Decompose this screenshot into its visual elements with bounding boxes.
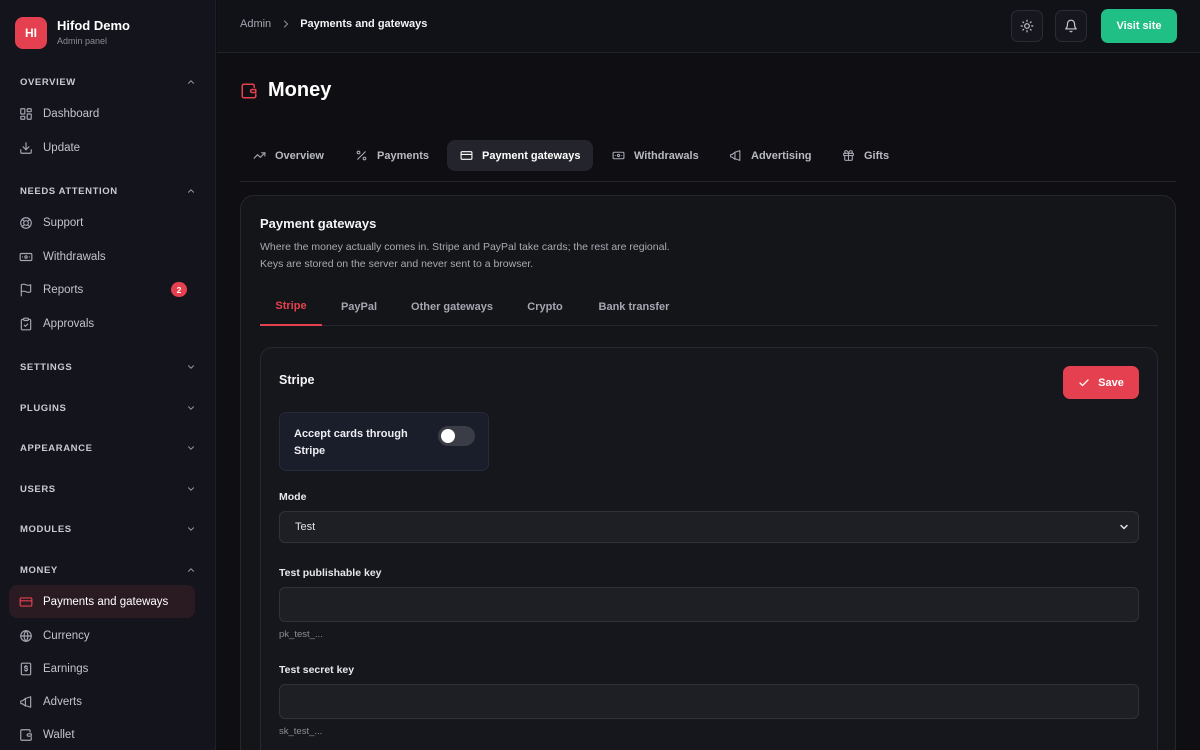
- percent-icon: [356, 150, 367, 161]
- sidebar-item-reports[interactable]: Reports 2: [9, 273, 195, 306]
- sidebar-item-payments-and-gateways[interactable]: Payments and gateways: [9, 585, 195, 618]
- sidebar-item-adverts[interactable]: Adverts: [9, 685, 195, 718]
- tab-gifts[interactable]: Gifts: [829, 140, 902, 171]
- sidebar-item-update[interactable]: Update: [9, 131, 195, 164]
- toggle-knob: [441, 429, 455, 443]
- card-title: Payment gateways: [260, 216, 377, 231]
- chevron-down-icon: [188, 406, 194, 410]
- dollar-receipt-icon: [20, 662, 32, 675]
- stripe-settings-panel: Stripe Save Accept cards through Stripe …: [260, 347, 1158, 750]
- theme-toggle-button[interactable]: [1011, 10, 1043, 42]
- secret-key-label: Test secret key: [279, 664, 355, 676]
- gateway-subtabs: Stripe PayPal Other gateways Crypto Bank…: [260, 288, 1158, 326]
- stripe-enable-box: Accept cards through Stripe: [279, 412, 489, 471]
- page-title: Money: [268, 79, 332, 101]
- clipboard-check-icon: [20, 317, 32, 330]
- chevron-up-icon: [188, 80, 194, 84]
- tab-payment-gateways[interactable]: Payment gateways: [447, 140, 594, 171]
- chevron-right-icon: [284, 20, 289, 28]
- stripe-panel-title: Stripe: [279, 373, 315, 387]
- publishable-key-hint: pk_test_...: [279, 629, 323, 640]
- page-header: Money: [240, 79, 331, 102]
- mode-label: Mode: [279, 491, 307, 503]
- check-icon: [1079, 378, 1089, 386]
- secret-key-hint: sk_test_...: [279, 726, 323, 737]
- subtab-other-gateways[interactable]: Other gateways: [400, 288, 504, 326]
- tab-overview[interactable]: Overview: [240, 140, 337, 171]
- sidebar-item-support[interactable]: Support: [9, 206, 195, 239]
- breadcrumb: Admin Payments and gateways: [240, 18, 427, 30]
- brand-subtitle: Admin panel: [57, 36, 108, 46]
- brand-name: Hifod Demo: [57, 18, 130, 33]
- reports-count-badge: 2: [171, 282, 187, 297]
- publishable-key-label: Test publishable key: [279, 567, 382, 579]
- trending-up-icon: [253, 152, 266, 159]
- banknote-icon: [612, 151, 625, 160]
- sidebar: HI Hifod Demo Admin panel OVERVIEW Dashb…: [0, 0, 216, 750]
- breadcrumb-admin-link[interactable]: Admin: [240, 18, 271, 30]
- wallet-icon: [20, 728, 32, 741]
- visit-site-button[interactable]: Visit site: [1101, 9, 1177, 43]
- subtab-stripe[interactable]: Stripe: [260, 288, 322, 326]
- tab-advertising[interactable]: Advertising: [716, 140, 825, 171]
- megaphone-icon: [730, 150, 741, 161]
- grid-icon: [20, 107, 32, 120]
- sidebar-item-withdrawals[interactable]: Withdrawals: [9, 240, 195, 273]
- mode-select-value: Test: [295, 521, 316, 533]
- globe-icon: [20, 629, 32, 642]
- sidebar-item-earnings[interactable]: Earnings: [9, 652, 195, 685]
- sidebar-item-wallet[interactable]: Wallet: [9, 718, 195, 750]
- brand-logo: HI: [15, 17, 47, 49]
- wallet-icon: [241, 83, 257, 98]
- save-button[interactable]: Save: [1063, 366, 1139, 399]
- megaphone-icon: [20, 695, 32, 708]
- download-icon: [20, 141, 32, 154]
- chevron-down-icon: [188, 365, 194, 369]
- sidebar-item-approvals[interactable]: Approvals: [9, 307, 195, 340]
- chevron-down-icon: [188, 446, 194, 450]
- money-tabs: Overview Payments Payment gateways Withd…: [240, 140, 1176, 182]
- secret-key-input[interactable]: [279, 684, 1139, 719]
- topbar: Admin Payments and gateways Visit site: [217, 0, 1200, 53]
- notifications-button[interactable]: [1055, 10, 1087, 42]
- sun-icon: [1020, 19, 1034, 33]
- chevron-down-icon: [1120, 524, 1128, 530]
- sidebar-section-users[interactable]: USERS: [20, 481, 196, 497]
- chevron-up-icon: [188, 189, 194, 193]
- breadcrumb-current: Payments and gateways: [300, 18, 428, 30]
- subtab-bank-transfer[interactable]: Bank transfer: [586, 288, 682, 326]
- sidebar-section-needs-attention[interactable]: NEEDS ATTENTION: [20, 183, 196, 199]
- publishable-key-input[interactable]: [279, 587, 1139, 622]
- sidebar-section-overview[interactable]: OVERVIEW: [20, 74, 196, 90]
- sidebar-section-settings[interactable]: SETTINGS: [20, 359, 196, 375]
- chevron-down-icon: [188, 487, 194, 491]
- sidebar-section-money[interactable]: MONEY: [20, 562, 196, 578]
- brand[interactable]: HI Hifod Demo Admin panel: [15, 17, 130, 49]
- subtab-paypal[interactable]: PayPal: [330, 288, 388, 326]
- credit-card-icon: [460, 151, 473, 160]
- stripe-enable-toggle[interactable]: [438, 426, 475, 446]
- card-description: Where the money actually comes in. Strip…: [260, 241, 670, 270]
- chevron-down-icon: [188, 527, 194, 531]
- sidebar-section-modules[interactable]: MODULES: [20, 521, 196, 537]
- lifebuoy-icon: [20, 216, 32, 229]
- banknote-icon: [19, 252, 33, 261]
- flag-icon: [20, 283, 32, 296]
- subtab-crypto[interactable]: Crypto: [517, 288, 573, 326]
- tab-withdrawals[interactable]: Withdrawals: [599, 140, 712, 171]
- sidebar-item-dashboard[interactable]: Dashboard: [9, 97, 195, 130]
- mode-select[interactable]: Test: [279, 511, 1139, 543]
- sidebar-item-currency[interactable]: Currency: [9, 619, 195, 652]
- credit-card-icon: [19, 596, 33, 607]
- tab-payments[interactable]: Payments: [342, 140, 442, 171]
- sidebar-section-plugins[interactable]: PLUGINS: [20, 400, 196, 416]
- chevron-up-icon: [188, 568, 194, 572]
- stripe-enable-label: Accept cards through Stripe: [294, 428, 408, 457]
- sidebar-section-appearance[interactable]: APPEARANCE: [20, 440, 196, 456]
- payment-gateways-card: Payment gateways Where the money actuall…: [240, 195, 1176, 750]
- gift-icon: [843, 150, 854, 161]
- bell-icon: [1065, 19, 1077, 33]
